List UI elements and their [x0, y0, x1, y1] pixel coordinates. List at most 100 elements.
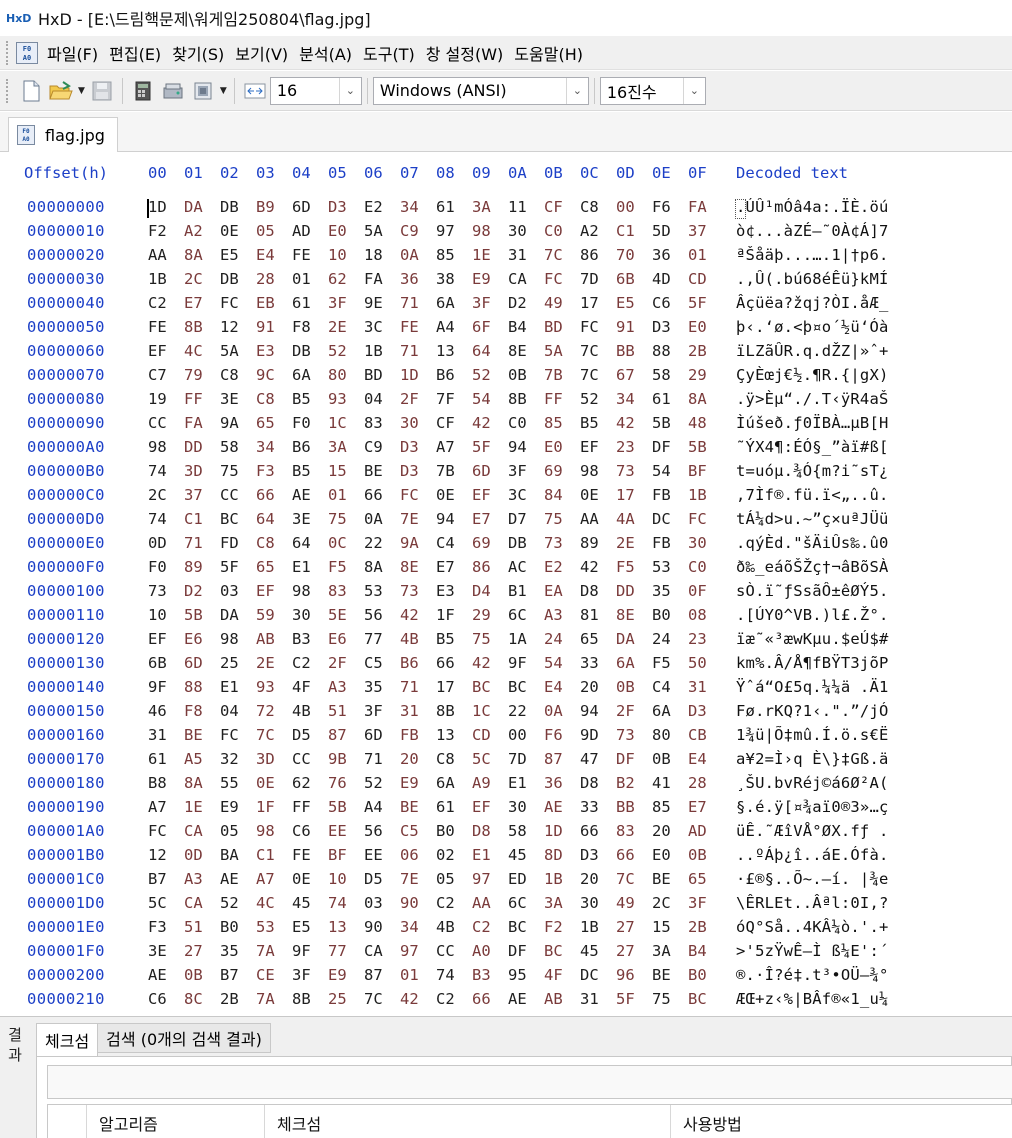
hex-byte[interactable]: 42 — [400, 606, 436, 624]
hex-byte[interactable]: 8A — [688, 390, 724, 408]
hex-byte[interactable]: 1B — [364, 342, 400, 360]
hex-byte[interactable]: 8E — [616, 606, 652, 624]
hex-byte[interactable]: 8D — [544, 846, 580, 864]
hex-byte[interactable]: CA — [364, 942, 400, 960]
hex-byte[interactable]: 5A — [364, 222, 400, 240]
hex-byte[interactable]: FA — [688, 198, 724, 216]
hex-byte[interactable]: AE — [148, 966, 184, 984]
hex-byte[interactable]: 90 — [364, 918, 400, 936]
decoded-text[interactable]: t=uóµ.¾Ó{m?i˜sT¿ — [736, 462, 1012, 480]
hex-byte[interactable]: E7 — [688, 798, 724, 816]
hex-byte[interactable]: 89 — [184, 558, 220, 576]
hex-byte[interactable]: 66 — [616, 846, 652, 864]
hex-byte[interactable]: F3 — [256, 462, 292, 480]
hex-byte[interactable]: 66 — [256, 486, 292, 504]
hex-byte[interactable]: 2B — [688, 342, 724, 360]
hex-byte[interactable]: 27 — [616, 918, 652, 936]
hex-byte[interactable]: 1E — [472, 246, 508, 264]
hex-byte[interactable]: D5 — [364, 870, 400, 888]
hex-byte[interactable]: 31 — [580, 990, 616, 1008]
hex-byte[interactable]: 65 — [256, 558, 292, 576]
hex-byte[interactable]: 04 — [364, 390, 400, 408]
hex-byte[interactable]: F6 — [652, 198, 688, 216]
hex-byte[interactable]: 29 — [688, 366, 724, 384]
hex-row[interactable]: 00000090 CC FA 9A 65 F0 1C 83 30 CF 42 C0 85 B5 42 5B 48… — [0, 414, 1012, 438]
hex-byte[interactable]: BE — [184, 726, 220, 744]
hex-byte[interactable]: 77 — [328, 942, 364, 960]
hex-row[interactable]: 00000020 AA 8A E5 E4 FE 10 18 0A 85 1E 31 7C 86 70 36 01… — [0, 246, 1012, 270]
hex-byte[interactable]: A7 — [256, 870, 292, 888]
hex-byte[interactable]: ED — [508, 870, 544, 888]
hex-byte[interactable]: 34 — [256, 438, 292, 456]
hex-byte[interactable]: 5D — [652, 222, 688, 240]
hex-byte[interactable]: E9 — [328, 966, 364, 984]
hex-byte[interactable]: 6D — [472, 462, 508, 480]
hex-byte[interactable]: 53 — [256, 918, 292, 936]
hex-byte[interactable]: 2F — [616, 702, 652, 720]
hex-byte[interactable]: 7C — [544, 246, 580, 264]
hex-byte[interactable]: 93 — [256, 678, 292, 696]
hex-byte[interactable]: E6 — [328, 630, 364, 648]
hex-byte[interactable]: C6 — [292, 822, 328, 840]
hex-byte[interactable]: 3A — [652, 942, 688, 960]
decoded-text[interactable]: km%.Â/Å¶fBŸT3jõP — [736, 654, 1012, 672]
hex-byte[interactable]: 71 — [400, 678, 436, 696]
hex-byte[interactable]: C8 — [256, 534, 292, 552]
hex-byte[interactable]: B5 — [292, 462, 328, 480]
hex-byte[interactable]: 81 — [580, 606, 616, 624]
hex-byte[interactable]: 45 — [580, 942, 616, 960]
hex-byte[interactable]: FC — [220, 726, 256, 744]
hex-byte[interactable]: 0A — [544, 702, 580, 720]
hex-byte[interactable]: A0 — [472, 942, 508, 960]
hex-byte[interactable]: 35 — [652, 582, 688, 600]
hex-row[interactable]: 000001E0 F3 51 B0 53 E5 13 90 34 4B C2 BC F2 1B 27 15 2B… — [0, 918, 1012, 942]
document-menu-icon[interactable]: F0 A0 — [16, 41, 38, 64]
hex-row[interactable]: 00000200 AE 0B B7 CE 3F E9 87 01 74 B3 95 4F DC 96 BE B0… — [0, 966, 1012, 990]
hex-byte[interactable]: 1A — [508, 630, 544, 648]
hex-byte[interactable]: 5E — [328, 606, 364, 624]
hex-byte[interactable]: AB — [256, 630, 292, 648]
hex-byte[interactable]: BB — [616, 342, 652, 360]
hex-byte[interactable]: 52 — [364, 774, 400, 792]
hex-byte[interactable]: 7E — [400, 870, 436, 888]
hex-byte[interactable]: 10 — [328, 870, 364, 888]
hex-byte[interactable]: 52 — [580, 390, 616, 408]
hex-byte[interactable]: DB — [220, 198, 256, 216]
hex-byte[interactable]: 01 — [292, 270, 328, 288]
hex-byte[interactable]: 0B — [184, 966, 220, 984]
hex-byte[interactable]: C2 — [292, 654, 328, 672]
hex-byte[interactable]: 86 — [580, 246, 616, 264]
hex-byte[interactable]: 52 — [220, 894, 256, 912]
hex-byte[interactable]: CE — [256, 966, 292, 984]
hex-byte[interactable]: F8 — [184, 702, 220, 720]
hex-byte[interactable]: 87 — [544, 750, 580, 768]
hex-byte[interactable]: A3 — [184, 870, 220, 888]
hex-byte[interactable]: FA — [364, 270, 400, 288]
hex-byte[interactable]: 1B — [148, 270, 184, 288]
hex-byte[interactable]: 87 — [328, 726, 364, 744]
hex-byte[interactable]: C8 — [256, 390, 292, 408]
hex-byte[interactable]: AE — [220, 870, 256, 888]
hex-byte[interactable]: 97 — [400, 942, 436, 960]
hex-byte[interactable]: 3E — [148, 942, 184, 960]
hex-byte[interactable]: 2F — [400, 390, 436, 408]
hex-byte[interactable]: AE — [292, 486, 328, 504]
hex-byte[interactable]: 1C — [328, 414, 364, 432]
hex-byte[interactable]: DA — [616, 630, 652, 648]
hex-byte[interactable]: 62 — [292, 774, 328, 792]
hex-byte[interactable]: 9F — [292, 942, 328, 960]
decoded-text[interactable]: .,Û(.bú68éÊü}kMÍ — [736, 270, 1012, 288]
hex-byte[interactable]: 7C — [364, 990, 400, 1008]
charset-select[interactable]: Windows (ANSI) ⌄ — [372, 76, 589, 105]
hex-byte[interactable]: 8B — [184, 318, 220, 336]
hex-row[interactable]: 000001B0 12 0D BA C1 FE BF EE 06 02 E1 45 8D D3 66 E0 0B… — [0, 846, 1012, 870]
hex-byte[interactable]: 20 — [580, 678, 616, 696]
hex-byte[interactable]: F2 — [148, 222, 184, 240]
hex-byte[interactable]: C5 — [364, 654, 400, 672]
hex-byte[interactable]: 74 — [328, 894, 364, 912]
hex-byte[interactable]: 66 — [472, 990, 508, 1008]
hex-byte[interactable]: 03 — [220, 582, 256, 600]
hex-byte[interactable]: CB — [688, 726, 724, 744]
decoded-text[interactable]: ªŠåäþ...….1|†p6. — [736, 246, 1012, 264]
hex-byte[interactable]: 3C — [508, 486, 544, 504]
